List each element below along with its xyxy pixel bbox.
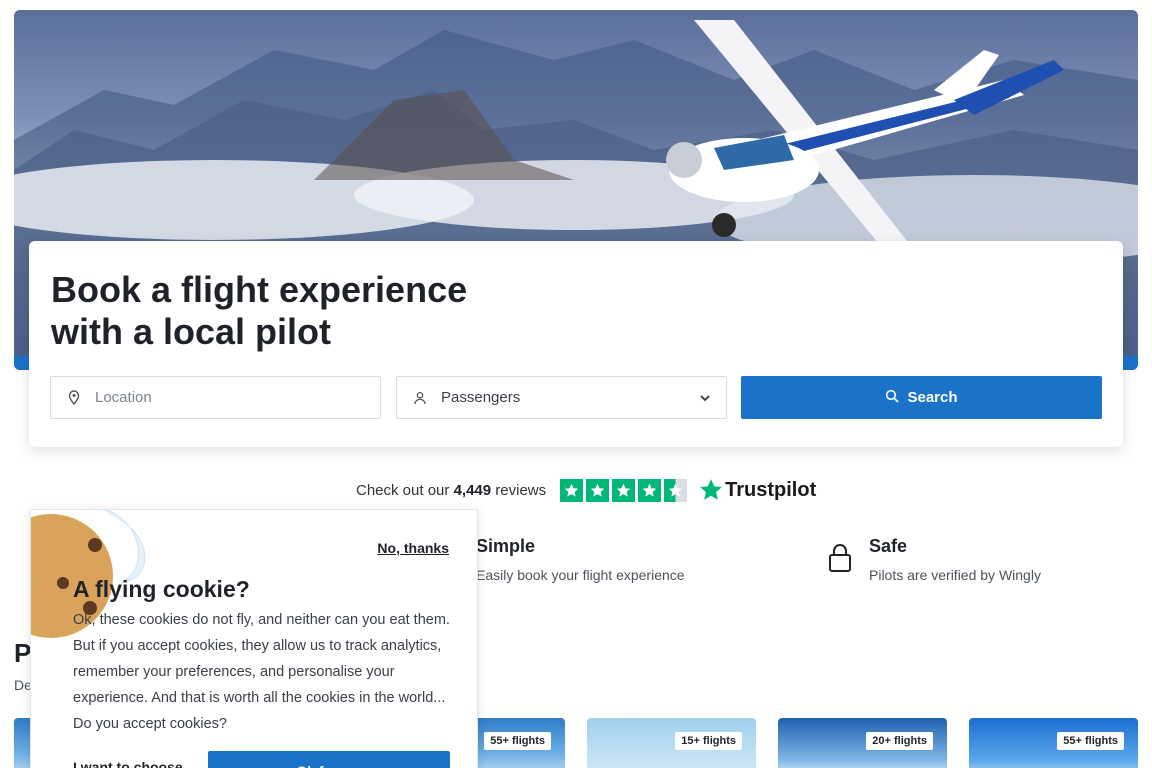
feature-safe: Safe Pilots are verified by Wingly xyxy=(869,536,1041,583)
feature-title: Simple xyxy=(476,536,536,556)
choose-cookies-button[interactable]: I want to choose xyxy=(73,759,183,768)
rating-stars xyxy=(560,478,688,502)
trustpilot-star-icon xyxy=(700,479,722,500)
experience-tile[interactable]: 20+ flights xyxy=(778,718,947,768)
search-button-label: Search xyxy=(907,389,958,406)
person-icon xyxy=(411,389,429,407)
lock-icon xyxy=(829,544,851,572)
passengers-label: Passengers xyxy=(441,389,521,406)
trustpilot-bar[interactable]: Check out our 4,449 reviews Trustpilot xyxy=(356,476,816,504)
hero-headline: Book a flight experience with a local pi… xyxy=(51,269,468,352)
booking-card: Book a flight experience with a local pi… xyxy=(29,241,1123,447)
search-icon xyxy=(885,389,900,407)
no-thanks-button[interactable]: No, thanks xyxy=(377,540,449,556)
star-icon xyxy=(560,478,584,502)
experience-tile[interactable]: 15+ flights xyxy=(587,718,756,768)
cookie-title: A flying cookie? xyxy=(73,576,250,602)
location-pin-icon xyxy=(65,389,83,407)
location-input[interactable] xyxy=(95,389,355,406)
cookie-body: Ok, these cookies do not fly, and neithe… xyxy=(73,612,450,732)
accept-cookies-button[interactable]: Ok for me xyxy=(208,751,450,768)
flights-count-badge: 20+ flights xyxy=(866,732,933,750)
chevron-down-icon xyxy=(698,390,714,406)
star-icon xyxy=(612,478,636,502)
star-icon xyxy=(638,478,662,502)
experience-tile[interactable]: 55+ flights xyxy=(969,718,1138,768)
section-title: P xyxy=(14,638,32,668)
flights-count-badge: 15+ flights xyxy=(675,732,742,750)
passengers-select[interactable]: Passengers xyxy=(396,376,727,419)
star-icon xyxy=(586,478,610,502)
feature-title: Safe xyxy=(869,536,908,556)
feature-simple: Simple Easily book your flight experienc… xyxy=(476,536,685,583)
feature-description: Easily book your flight experience xyxy=(476,567,685,583)
half-star-icon xyxy=(664,478,688,502)
search-button[interactable]: Search xyxy=(741,376,1102,419)
trustpilot-logo: Trustpilot xyxy=(699,478,816,502)
reviews-count: 4,449 xyxy=(453,481,492,499)
cookie-consent-dialog: No, thanks A flying cookie? Ok, these co… xyxy=(30,509,478,768)
feature-description: Pilots are verified by Wingly xyxy=(869,567,1041,583)
flights-count-badge: 55+ flights xyxy=(1057,732,1124,750)
location-field[interactable] xyxy=(50,376,381,419)
reviews-text: Check out our 4,449 reviews xyxy=(356,481,547,499)
flights-count-badge: 55+ flights xyxy=(484,732,551,750)
